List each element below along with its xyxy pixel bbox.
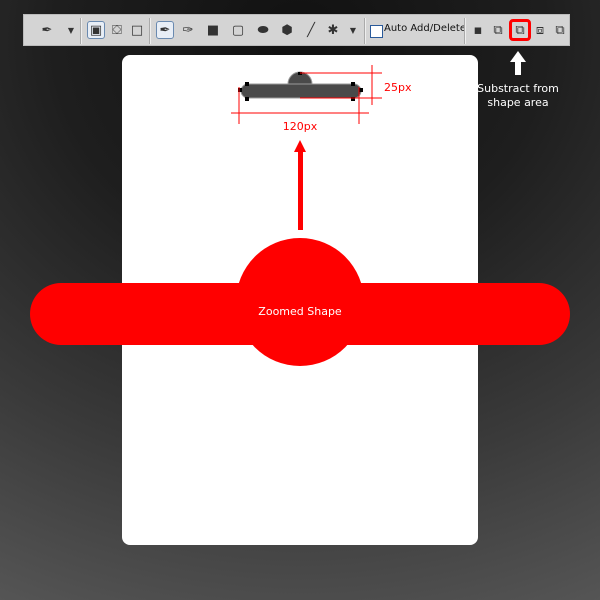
note-line-1: Substract from [477, 82, 559, 95]
note-line-2: shape area [487, 96, 549, 109]
height-label: 25px [384, 81, 412, 94]
zoomed-shape-label: Zoomed Shape [258, 305, 342, 318]
red-arrow-icon [294, 140, 306, 230]
small-shape [238, 71, 363, 101]
white-arrow-icon [510, 51, 526, 75]
subtract-note: Substract from shape area [468, 82, 568, 110]
zoomed-shape [30, 238, 570, 366]
width-label: 120px [283, 120, 318, 133]
